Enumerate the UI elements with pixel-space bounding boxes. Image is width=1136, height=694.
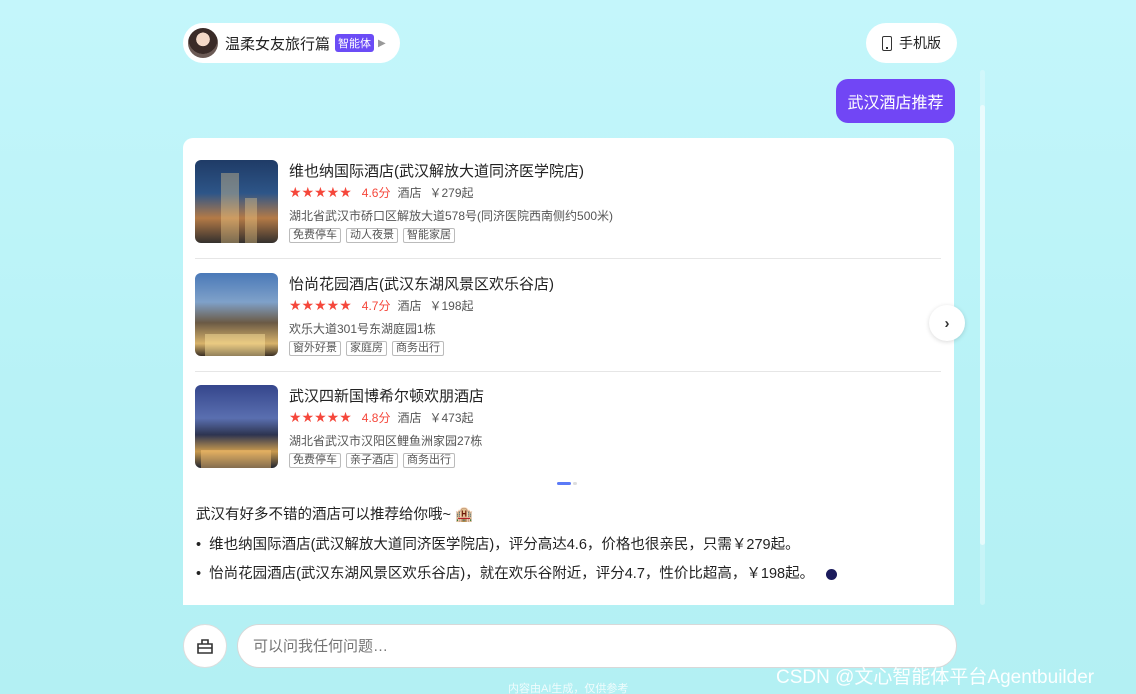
- agent-avatar: [188, 28, 218, 58]
- hotel-tags: 免费停车 动人夜景 智能家居: [289, 228, 460, 243]
- hotel-name[interactable]: 武汉四新国博希尔顿欢朋酒店: [289, 385, 484, 406]
- chevron-right-icon: ›: [944, 314, 950, 332]
- hotel-price: ￥473起: [429, 411, 474, 425]
- typing-indicator: [826, 568, 838, 580]
- hotel-tags: 窗外好景 家庭房 商务出行: [289, 341, 449, 356]
- scrollbar-thumb[interactable]: [980, 105, 985, 545]
- hotel-tag: 亲子酒店: [346, 453, 398, 468]
- hotel-address: 湖北省武汉市汉阳区鲤鱼洲家园27栋: [289, 434, 483, 448]
- hotel-score: 4.7分: [361, 299, 391, 313]
- divider: [195, 258, 941, 259]
- hotel-tag: 免费停车: [289, 453, 341, 468]
- hotel-tag: 免费停车: [289, 228, 341, 243]
- pager-dot-active[interactable]: [557, 482, 571, 485]
- hotel-meta: ★★★★★ 4.8分 酒店 ￥473起: [289, 409, 474, 426]
- hotel-name[interactable]: 维也纳国际酒店(武汉解放大道同济医学院店): [289, 160, 584, 181]
- carousel-next-button[interactable]: ›: [929, 305, 965, 341]
- hotel-price: ￥198起: [429, 299, 474, 313]
- agent-name: 温柔女友旅行篇: [225, 35, 331, 53]
- divider: [195, 371, 941, 372]
- hotel-price: ￥279起: [429, 186, 474, 200]
- hotel-tag: 商务出行: [392, 341, 444, 356]
- hotel-type: 酒店: [397, 411, 422, 425]
- carousel-pager[interactable]: [557, 482, 577, 485]
- hotel-card[interactable]: 怡尚花园酒店(武汉东湖风景区欢乐谷店) ★★★★★ 4.7分 酒店 ￥198起 …: [195, 263, 941, 363]
- hotel-image: [195, 273, 278, 356]
- hotel-score: 4.6分: [361, 186, 391, 200]
- hotel-address: 湖北省武汉市硚口区解放大道578号(同济医院西南侧约500米): [289, 209, 614, 223]
- mobile-version-label: 手机版: [899, 35, 941, 51]
- hotel-tag: 窗外好景: [289, 341, 341, 356]
- hotel-type: 酒店: [397, 299, 422, 313]
- watermark: CSDN @文心智能体平台Agentbuilder: [776, 667, 1095, 688]
- hotel-card[interactable]: 维也纳国际酒店(武汉解放大道同济医学院店) ★★★★★ 4.6分 酒店 ￥279…: [195, 150, 941, 250]
- hotel-meta: ★★★★★ 4.6分 酒店 ￥279起: [289, 184, 474, 201]
- rating-stars: ★★★★★: [289, 184, 352, 200]
- summary-intro: 武汉有好多不错的酒店可以推荐给你哦~ 🏨: [196, 507, 474, 523]
- pager-dot[interactable]: [573, 482, 577, 485]
- hotel-image: [195, 385, 278, 468]
- rating-stars: ★★★★★: [289, 297, 352, 313]
- hotel-card[interactable]: 武汉四新国博希尔顿欢朋酒店 ★★★★★ 4.8分 酒店 ￥473起 湖北省武汉市…: [195, 375, 941, 475]
- summary-bullet: 怡尚花园酒店(武汉东湖风景区欢乐谷店)，就在欢乐谷附近，评分4.7，性价比超高，…: [196, 562, 838, 583]
- chevron-right-icon: ▶: [378, 37, 386, 49]
- hotel-tag: 动人夜景: [346, 228, 398, 243]
- chat-input[interactable]: [253, 637, 956, 655]
- hotel-address: 欢乐大道301号东湖庭园1栋: [289, 322, 436, 336]
- user-message-bubble: 武汉酒店推荐: [836, 79, 955, 123]
- agent-header[interactable]: 温柔女友旅行篇 智能体 ▶: [183, 23, 400, 63]
- agent-badge: 智能体: [335, 34, 375, 52]
- answer-card: 维也纳国际酒店(武汉解放大道同济医学院店) ★★★★★ 4.6分 酒店 ￥279…: [183, 138, 954, 605]
- hotel-tag: 商务出行: [403, 453, 455, 468]
- hotel-score: 4.8分: [361, 411, 391, 425]
- phone-icon: [882, 35, 892, 51]
- footer-disclaimer: 内容由AI生成，仅供参考: [508, 683, 629, 694]
- hotel-name[interactable]: 怡尚花园酒店(武汉东湖风景区欢乐谷店): [289, 273, 554, 294]
- rating-stars: ★★★★★: [289, 409, 352, 425]
- hotel-meta: ★★★★★ 4.7分 酒店 ￥198起: [289, 297, 474, 314]
- hotel-tags: 免费停车 亲子酒店 商务出行: [289, 453, 460, 468]
- summary-bullet: 维也纳国际酒店(武汉解放大道同济医学院店)，评分高达4.6，价格也很亲民，只需￥…: [196, 533, 800, 554]
- hotel-type: 酒店: [397, 186, 422, 200]
- mobile-version-button[interactable]: 手机版: [866, 23, 957, 63]
- hotel-tag: 智能家居: [403, 228, 455, 243]
- hotel-image: [195, 160, 278, 243]
- toolbox-icon: [197, 639, 213, 654]
- hotel-tag: 家庭房: [346, 341, 387, 356]
- toolbox-button[interactable]: [183, 624, 227, 668]
